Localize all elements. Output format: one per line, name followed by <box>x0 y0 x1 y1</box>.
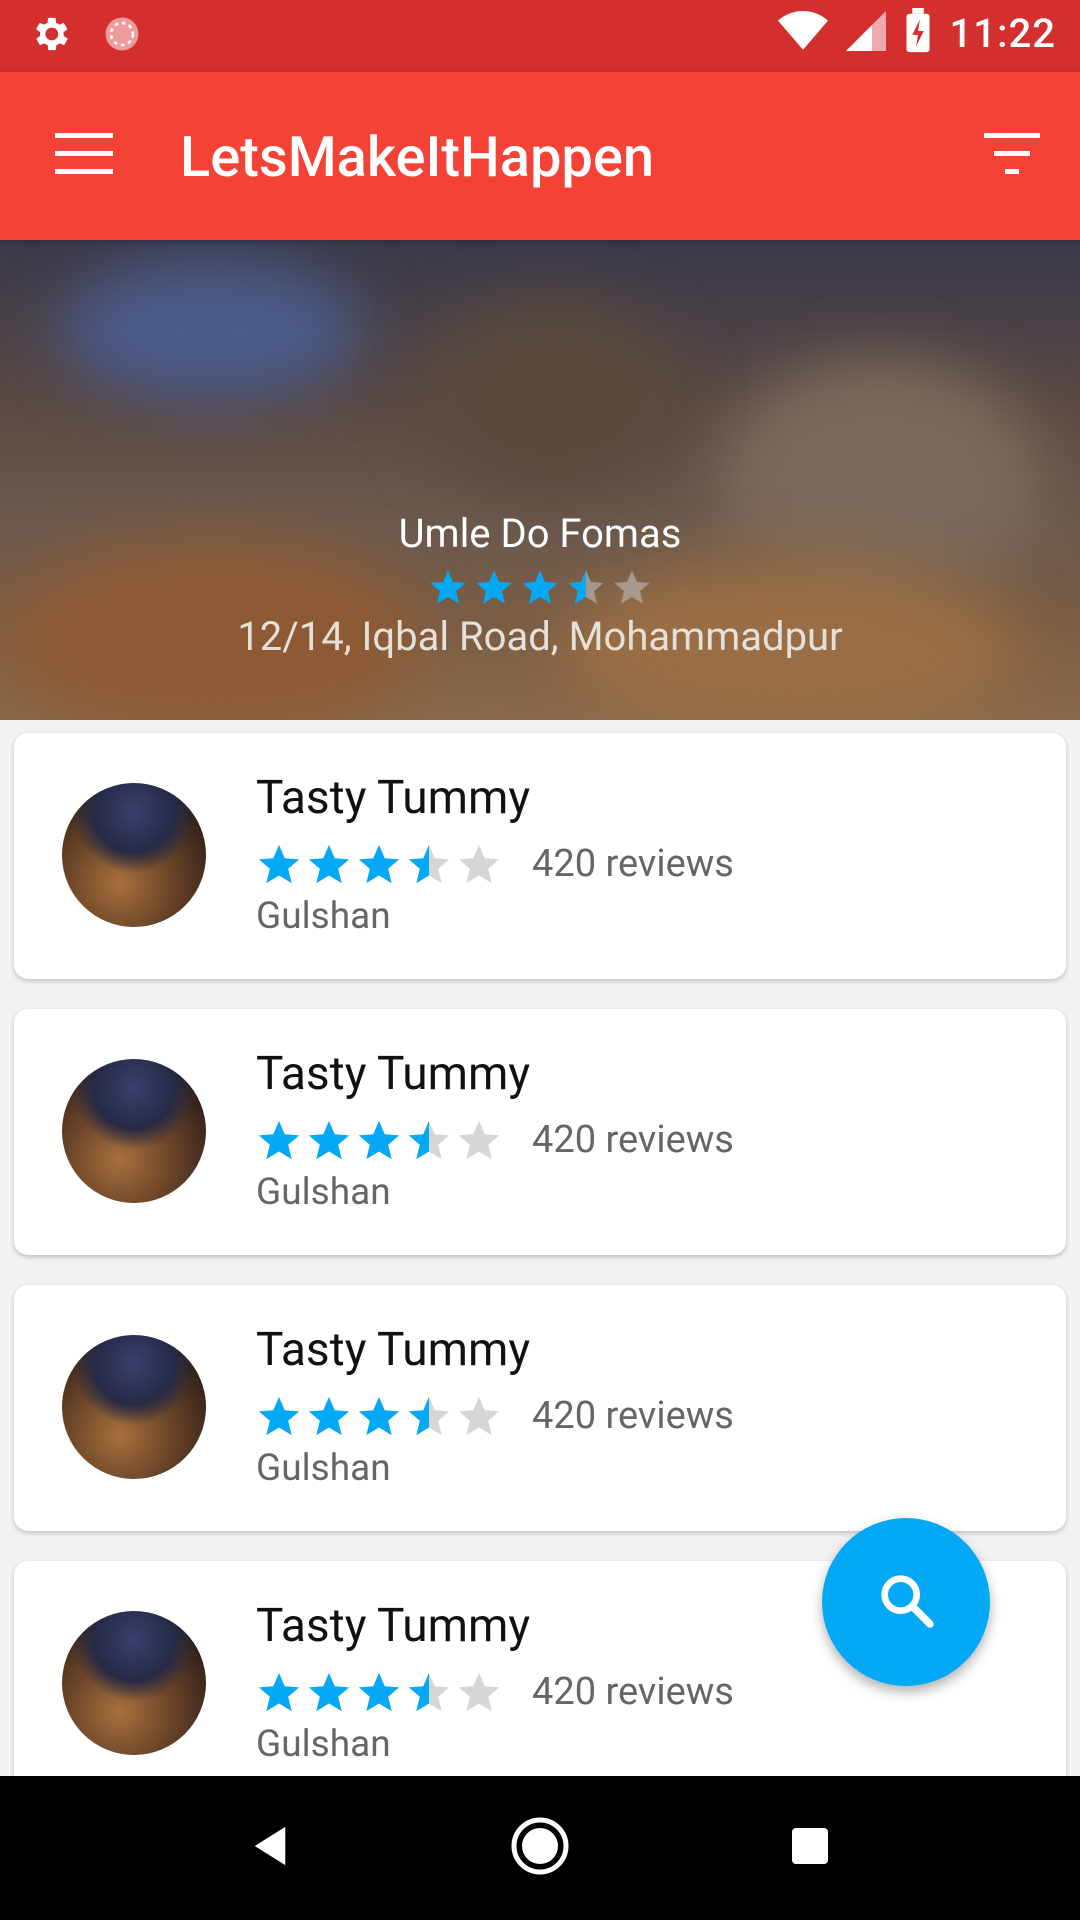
star-half-icon <box>568 570 604 604</box>
settings-icon <box>28 12 72 60</box>
restaurant-name: Tasty Tummy <box>256 771 531 825</box>
star-empty-icon <box>458 1120 500 1160</box>
restaurant-area: Gulshan <box>256 1171 391 1214</box>
restaurant-card[interactable]: Tasty Tummy 420 reviews Gulshan <box>14 1285 1066 1531</box>
star-empty-icon <box>614 570 650 604</box>
star-full-icon <box>258 844 300 884</box>
star-half-icon <box>408 844 450 884</box>
star-full-icon <box>476 570 512 604</box>
restaurant-rating: 420 reviews <box>256 1117 734 1163</box>
review-count: 420 reviews <box>532 1118 734 1162</box>
app-bar: LetsMakeItHappen <box>0 72 1080 240</box>
restaurant-avatar <box>62 783 206 927</box>
back-icon <box>250 1825 290 1871</box>
navigation-bar <box>0 1776 1080 1920</box>
review-count: 420 reviews <box>532 842 734 886</box>
restaurant-area: Gulshan <box>256 895 391 938</box>
star-full-icon <box>522 570 558 604</box>
clock: 11:22 <box>949 9 1056 57</box>
featured-address: 12/14, Iqbal Road, Mohammadpur <box>237 613 843 660</box>
hero-background <box>60 260 360 400</box>
restaurant-name: Tasty Tummy <box>256 1047 531 1101</box>
star-full-icon <box>308 1396 350 1436</box>
search-icon <box>874 1568 938 1636</box>
app-title: LetsMakeItHappen <box>180 124 655 190</box>
restaurant-avatar <box>62 1059 206 1203</box>
restaurant-name: Tasty Tummy <box>256 1599 531 1653</box>
star-full-icon <box>358 844 400 884</box>
recents-icon <box>790 1826 830 1870</box>
featured-info: Umle Do Fomas 12/14, Iqbal Road, Mohamma… <box>0 510 1080 660</box>
restaurant-area: Gulshan <box>256 1723 391 1766</box>
battery-charging-icon <box>904 8 932 58</box>
star-full-icon <box>308 1120 350 1160</box>
star-half-icon <box>408 1672 450 1712</box>
restaurant-avatar <box>62 1335 206 1479</box>
star-half-icon <box>408 1120 450 1160</box>
featured-restaurant-banner[interactable]: Umle Do Fomas 12/14, Iqbal Road, Mohamma… <box>0 240 1080 720</box>
star-full-icon <box>358 1120 400 1160</box>
star-empty-icon <box>458 1672 500 1712</box>
recents-button[interactable] <box>762 1812 858 1884</box>
restaurant-card[interactable]: Tasty Tummy 420 reviews Gulshan <box>14 1009 1066 1255</box>
restaurant-avatar <box>62 1611 206 1755</box>
star-full-icon <box>358 1672 400 1712</box>
restaurant-rating: 420 reviews <box>256 1669 734 1715</box>
star-full-icon <box>258 1672 300 1712</box>
home-icon <box>510 1816 570 1880</box>
signal-icon <box>845 9 886 57</box>
restaurant-rating: 420 reviews <box>256 841 734 887</box>
restaurant-card[interactable]: Tasty Tummy 420 reviews Gulshan <box>14 733 1066 979</box>
star-full-icon <box>358 1396 400 1436</box>
review-count: 420 reviews <box>532 1394 734 1438</box>
star-full-icon <box>430 570 466 604</box>
home-button[interactable] <box>492 1812 588 1884</box>
menu-icon <box>55 133 113 179</box>
back-button[interactable] <box>222 1812 318 1884</box>
featured-name: Umle Do Fomas <box>398 510 682 557</box>
star-empty-icon <box>458 844 500 884</box>
star-full-icon <box>308 1672 350 1712</box>
star-full-icon <box>258 1120 300 1160</box>
restaurant-area: Gulshan <box>256 1447 391 1490</box>
wifi-icon <box>777 9 828 57</box>
filter-icon <box>984 133 1040 179</box>
star-empty-icon <box>458 1396 500 1436</box>
featured-rating <box>0 567 1080 607</box>
status-bar: 11:22 <box>0 0 1080 72</box>
star-half-icon <box>408 1396 450 1436</box>
menu-button[interactable] <box>40 116 128 196</box>
star-full-icon <box>308 844 350 884</box>
star-full-icon <box>258 1396 300 1436</box>
restaurant-rating: 420 reviews <box>256 1393 734 1439</box>
hero-background-shape <box>420 300 680 500</box>
filter-button[interactable] <box>964 116 1060 196</box>
restaurant-name: Tasty Tummy <box>256 1323 531 1377</box>
sync-icon <box>100 12 144 60</box>
review-count: 420 reviews <box>532 1670 734 1714</box>
search-fab-button[interactable] <box>822 1518 990 1686</box>
